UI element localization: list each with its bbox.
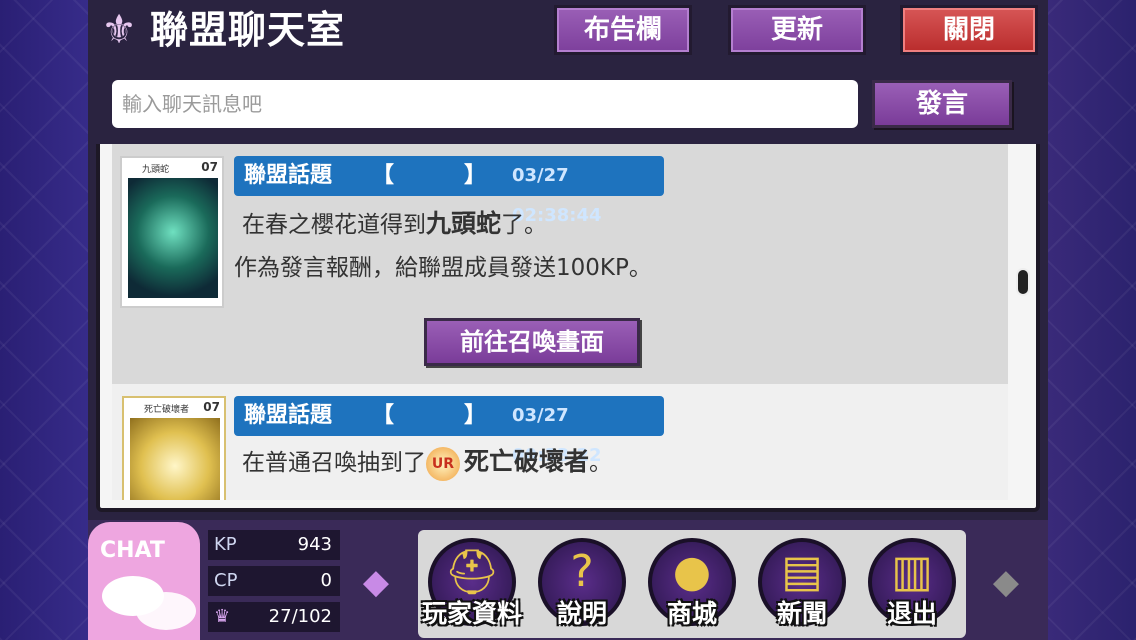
text-prefix: 在春之櫻花道得到 <box>242 212 426 238</box>
post-button[interactable]: 發言 <box>872 80 1012 128</box>
kp-stat: KP 943 <box>208 530 340 560</box>
bracket-open: 【 <box>372 403 395 428</box>
bracket-close: 】 <box>464 163 487 188</box>
members-stat: ♛ 27/102 <box>208 602 340 632</box>
shop-button[interactable]: ● 商城 <box>642 534 742 638</box>
go-to-summon-button[interactable]: 前往召喚畫面 <box>424 318 640 366</box>
question-mark-icon: ? <box>570 546 594 597</box>
cp-stat: CP 0 <box>208 566 340 596</box>
button-label: 退出 <box>886 599 937 628</box>
cp-value: 0 <box>320 570 332 591</box>
cp-label: CP <box>214 570 238 591</box>
destroyer-art-icon <box>130 418 220 500</box>
chat-label: CHAT <box>100 538 165 563</box>
text-suffix: 了。 <box>501 212 548 238</box>
card-name: 死亡破壞者 <box>144 405 190 415</box>
text-suffix: 。 <box>589 450 613 476</box>
button-label: 玩家資料 <box>422 599 523 628</box>
message-line: 在春之櫻花道得到九頭蛇了。 <box>242 204 547 240</box>
text-prefix: 在普通召喚抽到了 <box>242 450 426 476</box>
topic-label: 聯盟話題 <box>244 403 333 428</box>
kp-label: KP <box>214 534 237 555</box>
speech-bubble-icon <box>136 592 196 630</box>
scrollbar-handle[interactable] <box>1016 268 1030 296</box>
bracket-close: 】 <box>464 403 487 428</box>
message-header: 聯盟話題 【 】 03/27 00:13:22 <box>234 396 664 466</box>
message-header: 聯盟話題 【 】 03/27 02:38:44 <box>234 156 664 226</box>
gold-coins-icon: ● <box>672 546 712 597</box>
crown-icon: ♛ <box>214 606 231 627</box>
fleur-de-lis-icon: ⚜ <box>101 7 137 53</box>
card-name-highlight: 九頭蛇 <box>426 209 502 238</box>
card-thumbnail[interactable]: 07 死亡破壞者 <box>122 396 226 500</box>
door-icon: ▥ <box>891 546 933 597</box>
chat-message-input[interactable]: 輸入聊天訊息吧 <box>112 80 858 128</box>
bracket-open: 【 <box>372 163 395 188</box>
kp-value: 943 <box>297 534 332 555</box>
card-level: 07 <box>201 160 218 174</box>
topic-label: 聯盟話題 <box>244 163 333 188</box>
members-value: 27/102 <box>268 606 332 627</box>
chat-message: 07 死亡破壞者 聯盟話題 【 】 03/27 00:13:22 在普通召喚抽到… <box>112 384 1008 500</box>
card-thumbnail[interactable]: 07 九頭蛇 <box>120 156 224 308</box>
card-name: 九頭蛇 <box>142 165 170 175</box>
arrow-right-icon[interactable]: ◆ <box>986 560 1026 604</box>
page-title: 聯盟聊天室 <box>150 8 346 52</box>
arrow-left-icon[interactable]: ◆ <box>356 560 396 604</box>
button-label: 商城 <box>666 599 717 628</box>
knight-helmet-icon: ⛑ <box>444 547 500 598</box>
button-label: 說明 <box>556 599 607 628</box>
help-button[interactable]: ? 說明 <box>532 534 632 638</box>
card-level: 07 <box>203 400 220 414</box>
close-button[interactable]: 關閉 <box>900 5 1038 55</box>
player-info-button[interactable]: ⛑ 玩家資料 <box>422 534 522 638</box>
news-board-icon: ▤ <box>781 546 823 597</box>
refresh-button[interactable]: 更新 <box>728 5 866 55</box>
exit-button[interactable]: ▥ 退出 <box>862 534 962 638</box>
button-label: 新聞 <box>776 599 827 628</box>
hydra-art-icon <box>128 178 218 298</box>
card-name-highlight: 死亡破壞者 <box>464 447 590 476</box>
chat-tab[interactable]: CHAT <box>88 522 200 640</box>
news-button[interactable]: ▤ 新聞 <box>752 534 852 638</box>
reward-line: 作為發言報酬，給聯盟成員發送100KP。 <box>234 255 652 281</box>
message-line: 在普通召喚抽到了 UR 死亡破壞者。 <box>242 442 612 481</box>
ur-rarity-icon: UR <box>426 446 460 481</box>
bulletin-board-button[interactable]: 布告欄 <box>554 5 692 55</box>
